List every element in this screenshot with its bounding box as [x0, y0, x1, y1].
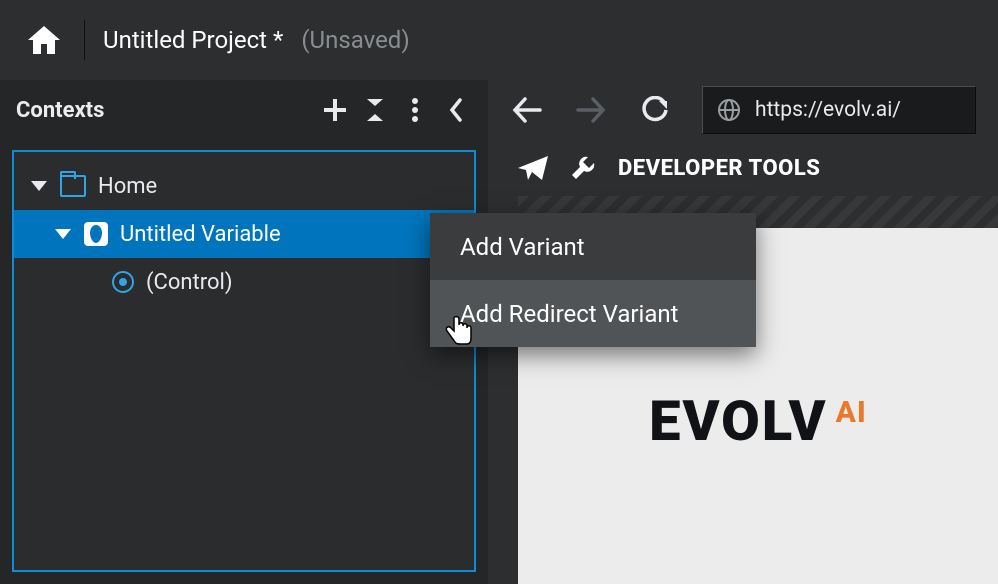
devtools-label: DEVELOPER TOOLS: [618, 156, 820, 181]
devtools-bar: DEVELOPER TOOLS: [488, 140, 998, 196]
more-options-button[interactable]: [398, 93, 432, 127]
arrow-right-icon: [576, 97, 606, 123]
logo-text-main: EVOLV: [649, 388, 827, 454]
menu-item-label: Add Redirect Variant: [460, 300, 679, 328]
tree-item-variable[interactable]: Untitled Variable: [14, 210, 474, 258]
plus-icon: [324, 99, 346, 121]
menu-item-label: Add Variant: [460, 233, 585, 261]
collapse-icon: [365, 99, 385, 121]
url-bar[interactable]: https://evolv.ai/: [702, 86, 976, 134]
menu-item-add-redirect-variant[interactable]: Add Redirect Variant: [430, 280, 756, 347]
logo-text-accent: AI: [836, 395, 867, 430]
caret-down-icon: [31, 181, 47, 191]
tree-item-home[interactable]: Home: [14, 162, 474, 210]
url-text: https://evolv.ai/: [755, 98, 901, 122]
contexts-sidebar: Contexts Home: [0, 80, 488, 584]
context-menu: Add Variant Add Redirect Variant: [430, 213, 756, 347]
reload-icon: [641, 96, 669, 124]
tree-item-label: Home: [98, 174, 157, 199]
top-bar: Untitled Project * (Unsaved): [0, 0, 998, 80]
caret-down-icon: [55, 229, 71, 239]
paper-plane-icon: [518, 156, 548, 180]
variable-icon: [84, 222, 108, 246]
collapse-sidebar-button[interactable]: [438, 93, 472, 127]
tree-item-label: (Control): [146, 270, 233, 295]
divider: [84, 20, 85, 60]
browser-toolbar: https://evolv.ai/: [488, 80, 998, 140]
home-button[interactable]: [14, 10, 74, 70]
menu-item-add-variant[interactable]: Add Variant: [430, 213, 756, 280]
add-context-button[interactable]: [318, 93, 352, 127]
nav-reload-button[interactable]: [638, 93, 672, 127]
chevron-left-icon: [448, 98, 462, 122]
control-icon: [112, 271, 134, 293]
project-title: Untitled Project *: [103, 26, 283, 54]
contexts-header: Contexts: [0, 80, 488, 140]
expand-toggle[interactable]: [54, 225, 72, 243]
evolv-logo: EVOLV AI: [649, 388, 867, 454]
home-icon: [28, 26, 60, 54]
contexts-tree: Home Untitled Variable (Control): [12, 150, 476, 572]
nav-forward-button: [574, 93, 608, 127]
globe-icon: [717, 98, 741, 122]
kebab-icon: [411, 97, 419, 123]
tree-item-control[interactable]: (Control): [14, 258, 474, 306]
nav-back-button[interactable]: [510, 93, 544, 127]
pointer-cursor-icon: [445, 315, 473, 345]
expand-toggle[interactable]: [30, 177, 48, 195]
wrench-icon: [570, 155, 596, 181]
folder-icon: [60, 175, 86, 197]
arrow-left-icon: [512, 97, 542, 123]
collapse-all-button[interactable]: [358, 93, 392, 127]
project-status: (Unsaved): [301, 26, 409, 54]
tree-item-label: Untitled Variable: [120, 222, 281, 247]
contexts-title: Contexts: [16, 98, 312, 123]
